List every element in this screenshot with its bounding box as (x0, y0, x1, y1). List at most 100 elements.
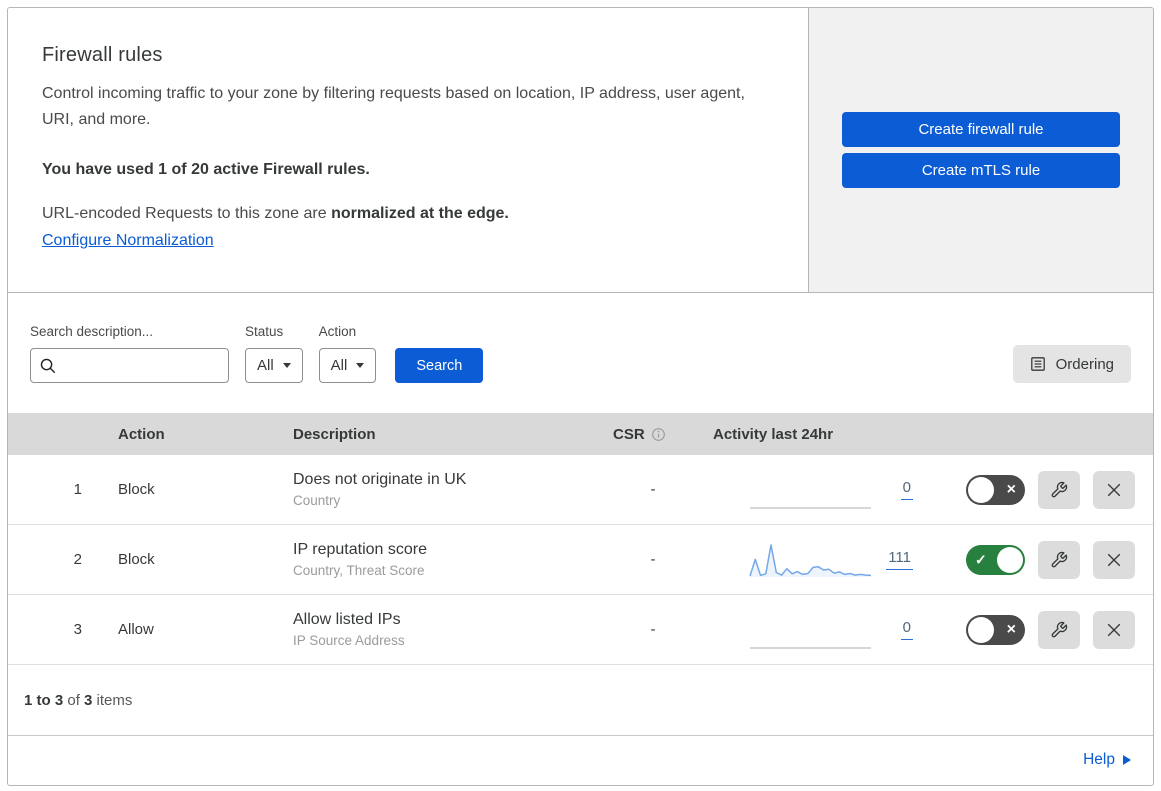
toggle-knob (997, 546, 1023, 573)
configure-normalization-link[interactable]: Configure Normalization (42, 232, 214, 250)
search-icon (39, 357, 56, 374)
description-column-header: Description (293, 425, 376, 443)
rule-enabled-toggle[interactable] (966, 544, 1025, 575)
rule-description: Does not originate in UK (293, 471, 467, 488)
normalization-text: URL-encoded Requests to this zone are (42, 204, 332, 222)
rule-action: Block (118, 551, 155, 568)
activity-count-link[interactable]: 0 (900, 479, 913, 500)
table-row: 3 Allow Allow listed IPs IP Source Addre… (8, 595, 1153, 665)
ordering-button-label: Ordering (1055, 355, 1114, 373)
help-link[interactable]: Help (1083, 751, 1131, 769)
rule-description-cell: Allow listed IPs IP Source Address (293, 611, 613, 648)
arrow-right-icon (1123, 755, 1131, 765)
rule-action: Allow (118, 621, 154, 638)
status-filter-group: Status All (245, 324, 303, 383)
rule-criteria: IP Source Address (293, 633, 405, 648)
rule-controls (941, 610, 1153, 649)
action-label: Action (318, 324, 357, 339)
activity-column-header: Activity last 24hr (713, 425, 834, 443)
actions-panel: Create firewall rule Create mTLS rule (809, 8, 1153, 292)
page-description: Control incoming traffic to your zone by… (42, 85, 745, 128)
toggle-check-icon (975, 551, 987, 568)
create-mtls-rule-button[interactable]: Create mTLS rule (842, 153, 1120, 188)
edit-rule-button[interactable] (1038, 610, 1080, 649)
rule-priority: 3 (73, 621, 82, 638)
status-dropdown[interactable]: All (245, 348, 303, 383)
rule-enabled-toggle[interactable] (966, 474, 1025, 505)
rule-description-cell: IP reputation score Country, Threat Scor… (293, 541, 613, 578)
close-icon (1105, 481, 1123, 499)
csr-column-header: CSR (613, 426, 713, 443)
intro-card: Firewall rules Control incoming traffic … (8, 8, 809, 292)
status-label: Status (245, 324, 284, 339)
close-icon (1105, 621, 1123, 639)
rule-controls (941, 540, 1153, 579)
normalization-bold: normalized at the edge. (331, 204, 509, 222)
page-title: Firewall rules (42, 44, 163, 66)
rule-activity-cell: 111 (713, 538, 941, 582)
rule-activity-cell: 0 (713, 608, 941, 652)
footer-of: of (63, 691, 85, 709)
activity-sparkline (750, 646, 871, 649)
footer-range: 1 to 3 (24, 691, 64, 709)
list-document-icon (1030, 356, 1046, 372)
toggle-knob (968, 616, 994, 643)
action-filter-group: Action All (318, 324, 377, 383)
toggle-knob (968, 476, 994, 503)
wrench-icon (1050, 481, 1068, 499)
rule-criteria: Country (293, 493, 341, 508)
table-footer: 1 to 3 of 3 items (8, 665, 1153, 736)
top-section: Firewall rules Control incoming traffic … (8, 8, 1153, 293)
delete-rule-button[interactable] (1093, 540, 1135, 579)
rule-priority: 2 (73, 551, 82, 568)
csr-column-label: CSR (613, 425, 645, 443)
info-icon[interactable] (651, 427, 666, 442)
usage-notice: You have used 1 of 20 active Firewall ru… (42, 160, 370, 178)
activity-sparkline (749, 543, 872, 577)
activity-count-link[interactable]: 0 (900, 619, 913, 640)
table-row: 1 Block Does not originate in UK Country… (8, 455, 1153, 525)
filter-bar: Search description... Status All Action … (8, 293, 1153, 413)
chevron-down-icon (356, 363, 365, 368)
firewall-rules-page: Firewall rules Control incoming traffic … (7, 7, 1154, 786)
rule-csr-value: - (650, 481, 656, 498)
help-bar: Help (8, 736, 1153, 783)
rule-priority: 1 (73, 481, 82, 498)
rule-criteria: Country, Threat Score (293, 563, 425, 578)
footer-total: 3 (84, 691, 93, 709)
rule-csr-value: - (650, 621, 656, 638)
table-body: 1 Block Does not originate in UK Country… (8, 455, 1153, 665)
wrench-icon (1050, 551, 1068, 569)
action-dropdown[interactable]: All (318, 348, 377, 383)
activity-count-link[interactable]: 111 (886, 549, 913, 570)
rule-description: IP reputation score (293, 541, 428, 558)
close-icon (1105, 551, 1123, 569)
toggle-x-icon (1007, 621, 1016, 639)
footer-items: items (92, 691, 133, 709)
delete-rule-button[interactable] (1093, 610, 1135, 649)
rule-controls (941, 470, 1153, 509)
search-box (30, 348, 229, 383)
search-button[interactable]: Search (395, 348, 484, 383)
activity-sparkline (750, 506, 871, 509)
ordering-button[interactable]: Ordering (1012, 345, 1131, 383)
rule-enabled-toggle[interactable] (966, 614, 1025, 645)
rule-csr-value: - (650, 551, 656, 568)
normalization-notice: URL-encoded Requests to this zone are no… (42, 205, 768, 223)
rule-activity-cell: 0 (713, 468, 941, 512)
edit-rule-button[interactable] (1038, 470, 1080, 509)
search-label: Search description... (30, 324, 154, 339)
wrench-icon (1050, 621, 1068, 639)
rule-action: Block (118, 481, 155, 498)
table-row: 2 Block IP reputation score Country, Thr… (8, 525, 1153, 595)
search-group: Search description... (30, 324, 229, 383)
create-firewall-rule-button[interactable]: Create firewall rule (842, 112, 1120, 147)
toggle-x-icon (1007, 481, 1016, 499)
rule-description-cell: Does not originate in UK Country (293, 471, 613, 508)
delete-rule-button[interactable] (1093, 470, 1135, 509)
status-dropdown-value: All (257, 357, 274, 374)
edit-rule-button[interactable] (1038, 540, 1080, 579)
action-dropdown-value: All (330, 357, 348, 374)
search-input[interactable] (56, 356, 220, 375)
action-column-header: Action (118, 425, 165, 443)
